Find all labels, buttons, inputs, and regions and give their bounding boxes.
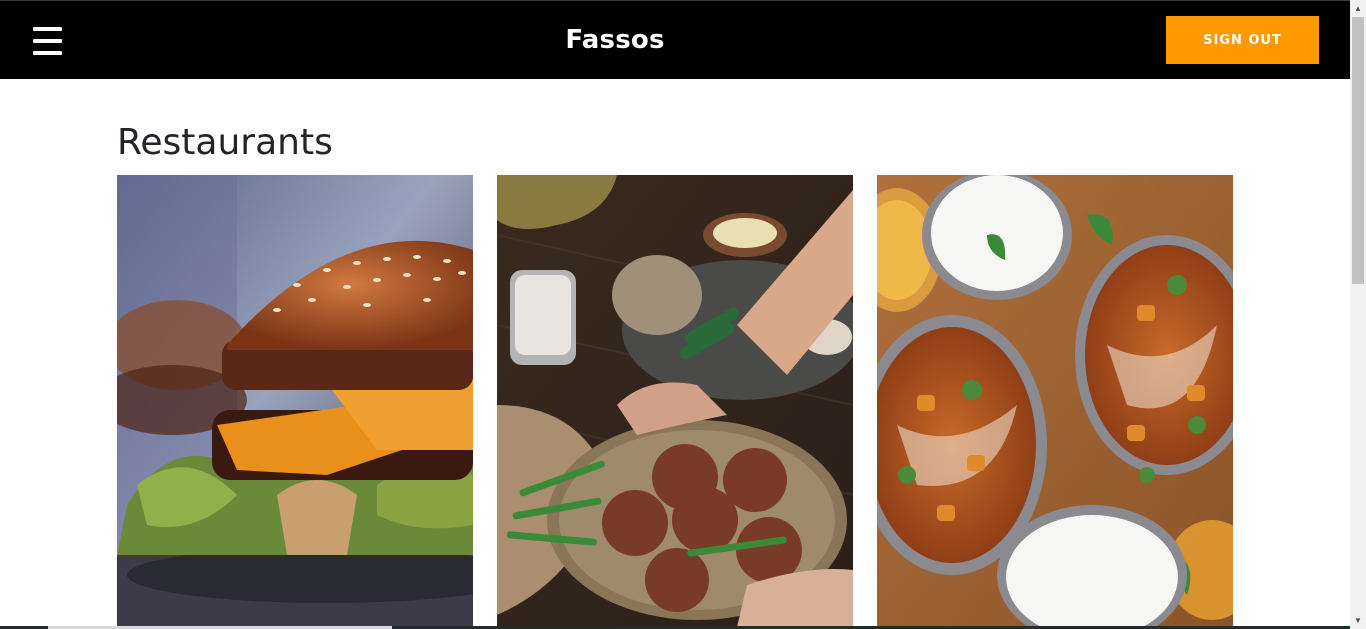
sign-out-button[interactable]: SIGN OUT <box>1166 16 1319 64</box>
restaurant-card[interactable] <box>877 175 1233 627</box>
page-title: Restaurants <box>117 122 333 163</box>
scrollbar-thumb[interactable] <box>1352 17 1364 284</box>
fried-snacks-photo <box>497 175 853 627</box>
scroll-down-arrow-icon[interactable]: ▼ <box>1350 612 1366 629</box>
curry-and-rice-photo <box>877 175 1233 627</box>
burger-photo <box>117 175 473 627</box>
brand-title[interactable]: Fassos <box>0 25 1230 55</box>
restaurant-card[interactable] <box>117 175 473 627</box>
scroll-up-arrow-icon[interactable]: ▲ <box>1350 0 1366 17</box>
vertical-scrollbar[interactable]: ▲ ▼ <box>1350 0 1366 629</box>
restaurant-card[interactable] <box>497 175 853 627</box>
top-navbar: Fassos SIGN OUT <box>0 0 1350 79</box>
